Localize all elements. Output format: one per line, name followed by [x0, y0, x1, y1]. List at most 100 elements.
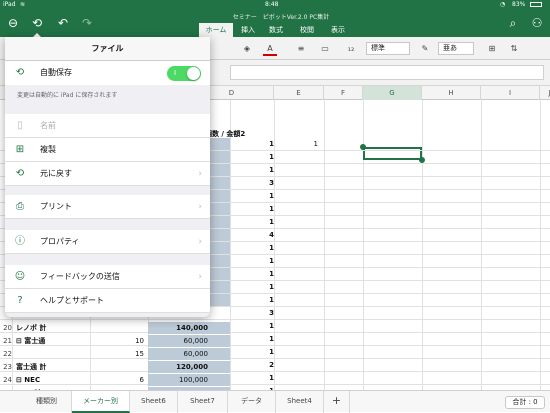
battery-icon: [530, 2, 542, 7]
sheet-tab[interactable]: Sheet7: [178, 391, 228, 413]
menu-item-properties[interactable]: ⓘ プロパティ ›: [5, 230, 210, 254]
chevron-right-icon: ›: [198, 169, 202, 179]
cell-d[interactable]: 1: [230, 189, 274, 203]
font-color-icon[interactable]: A: [263, 41, 277, 56]
cell-d[interactable]: 3: [230, 176, 274, 190]
info-icon: ⓘ: [15, 236, 25, 247]
cell-d[interactable]: 4: [230, 228, 274, 242]
sheet-tab-active[interactable]: メーカー別: [72, 391, 130, 413]
cell-d[interactable]: 1: [230, 332, 274, 346]
menu-item-duplicate[interactable]: ⊞ 複製: [5, 138, 210, 162]
status-bar: iPad ≋ 8:48 ◔ 83%: [0, 0, 550, 10]
tab-insert[interactable]: 挿入: [236, 23, 260, 37]
sort-filter-icon[interactable]: ⇅: [507, 41, 521, 56]
row-number[interactable]: 21: [0, 334, 12, 348]
fill-color-icon[interactable]: ◈: [240, 41, 254, 56]
tab-review[interactable]: 校閲: [293, 23, 321, 37]
cell-style-dropdown[interactable]: 亜あ: [438, 42, 474, 55]
menu-item-restore[interactable]: ⟲ 元に戻す ›: [5, 162, 210, 186]
insert-cells-icon[interactable]: ⊞: [485, 41, 499, 56]
cell-d[interactable]: 1: [230, 215, 274, 229]
tab-view[interactable]: 表示: [324, 23, 352, 37]
cell-d[interactable]: 1: [230, 345, 274, 359]
align-icon[interactable]: ≡: [294, 41, 308, 56]
menu-item-name[interactable]: ▯ 名前: [5, 114, 210, 138]
menu-item-feedback[interactable]: ☺ フィードバックの送信 ›: [5, 265, 210, 289]
row-number[interactable]: 24: [0, 373, 12, 387]
sheet-tab[interactable]: Sheet4: [276, 391, 324, 413]
cell-d[interactable]: 1: [230, 371, 274, 385]
sheet-tab[interactable]: Sheet6: [130, 391, 178, 413]
cell-b[interactable]: 6: [90, 373, 144, 387]
document-title: セミナー ピボットVer.2.0 PC集計: [232, 14, 330, 21]
column-header-g[interactable]: G: [363, 86, 422, 100]
column-header-e[interactable]: E: [274, 86, 324, 100]
cell-d[interactable]: 1: [230, 241, 274, 255]
share-icon[interactable]: ⚇: [529, 15, 545, 31]
cell-d[interactable]: 1: [230, 319, 274, 333]
column-header-f[interactable]: F: [324, 86, 363, 100]
cell-b[interactable]: 10: [90, 334, 144, 348]
cell-d[interactable]: 3: [230, 306, 274, 320]
device-label: iPad: [3, 1, 16, 8]
menu-item-print[interactable]: ⎙ プリント ›: [5, 195, 210, 219]
selected-cell[interactable]: [363, 147, 422, 160]
chevron-right-icon: ›: [198, 272, 202, 282]
column-header-j[interactable]: J: [540, 86, 550, 100]
duplicate-icon: ⊞: [15, 144, 25, 155]
cell-c[interactable]: 140,000: [148, 321, 208, 335]
tab-home[interactable]: ホーム: [199, 23, 233, 37]
sheet-tabs: 種類別 メーカー別 Sheet6 Sheet7 データ Sheet4 + 合計 …: [0, 390, 550, 413]
autosave-row: ⟲ 自動保存 I: [5, 61, 210, 85]
cell-a[interactable]: 富士通 計: [16, 360, 46, 374]
autosave-toggle[interactable]: I: [167, 66, 201, 81]
search-icon[interactable]: ⌕: [505, 15, 521, 31]
cell-e[interactable]: 1: [278, 137, 318, 151]
number-format-dropdown[interactable]: 標準: [366, 42, 410, 55]
chevron-right-icon: ›: [198, 202, 202, 212]
file-panel: ファイル ⟲ 自動保存 I 変更は自動的に iPad に保存されます ▯ 名前 …: [5, 37, 210, 317]
printer-icon: ⎙: [16, 201, 24, 212]
autosave-icon: ⟲: [15, 67, 25, 78]
column-header-h[interactable]: H: [422, 86, 481, 100]
cell-style-icon[interactable]: ✎: [418, 41, 432, 56]
cell-b[interactable]: 15: [90, 347, 144, 361]
sum-indicator[interactable]: 合計 : 0: [505, 396, 545, 409]
cell-d[interactable]: 1: [230, 150, 274, 164]
help-icon: ?: [17, 295, 23, 306]
cell-d[interactable]: 1: [230, 267, 274, 281]
sheet-tab[interactable]: データ: [228, 391, 276, 413]
number-format-icon[interactable]: ₁₂: [344, 41, 358, 56]
cell-c[interactable]: 60,000: [148, 334, 209, 348]
cell-c[interactable]: 60,000: [148, 347, 209, 361]
document-icon: ▯: [17, 120, 23, 131]
wrap-text-icon[interactable]: ▭: [318, 41, 332, 56]
row-number[interactable]: 22: [0, 347, 12, 361]
formula-input[interactable]: [230, 65, 544, 80]
sheet-tab[interactable]: 種類別: [22, 391, 72, 413]
cell-d[interactable]: 2: [230, 358, 274, 372]
cell-a[interactable]: レノボ 計: [16, 321, 46, 335]
restore-icon: ⟲: [15, 168, 25, 179]
redo-icon[interactable]: ↷: [79, 15, 95, 31]
cell-d[interactable]: 1: [230, 163, 274, 177]
cell-a[interactable]: ⊟ 富士通: [16, 334, 45, 348]
file-menu-icon[interactable]: ⟲: [29, 15, 45, 31]
back-icon[interactable]: ⊖: [5, 15, 21, 31]
menu-item-help[interactable]: ? ヘルプとサポート: [5, 289, 210, 313]
tab-formulas[interactable]: 数式: [262, 23, 290, 37]
column-header-i[interactable]: I: [481, 86, 540, 100]
cell-c[interactable]: 120,000: [148, 360, 208, 374]
feedback-icon: ☺: [14, 271, 26, 282]
cell-a[interactable]: ⊟ NEC: [16, 373, 40, 387]
cell-c[interactable]: 100,000: [148, 373, 208, 387]
undo-icon[interactable]: ↶: [55, 15, 71, 31]
cell-d[interactable]: 1: [230, 293, 274, 307]
row-number[interactable]: 20: [0, 321, 12, 335]
row-number[interactable]: 23: [0, 360, 12, 374]
cell-d[interactable]: 1: [230, 137, 274, 151]
cell-d[interactable]: 1: [230, 280, 274, 294]
cell-d[interactable]: 1: [230, 254, 274, 268]
add-sheet-button[interactable]: +: [324, 391, 350, 413]
cell-d[interactable]: 1: [230, 202, 274, 216]
